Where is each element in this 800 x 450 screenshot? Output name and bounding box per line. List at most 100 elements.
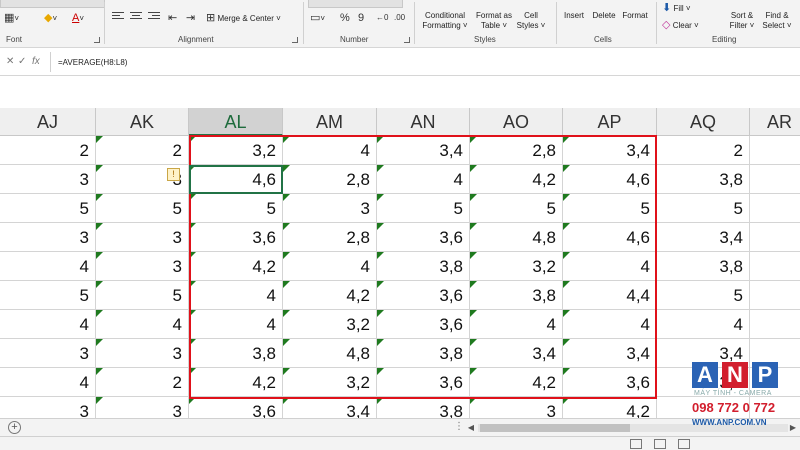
cell-ak-r6[interactable]: 5	[96, 281, 189, 310]
font-size-box[interactable]	[0, 0, 105, 8]
decrease-indent-icon[interactable]: ⇤	[168, 12, 177, 24]
cell-ap-r10[interactable]: 4,2	[563, 397, 657, 418]
fill-button[interactable]: ⬇ Fill ˅	[662, 2, 691, 14]
scroll-thumb[interactable]	[480, 424, 630, 432]
cell-ao-r3[interactable]: 5	[470, 194, 563, 223]
column-header-ar[interactable]: AR	[750, 108, 800, 136]
increase-indent-icon[interactable]: ⇥	[186, 12, 195, 24]
cell-an-r9[interactable]: 3,6	[377, 368, 470, 397]
cell-ak-r3[interactable]: 5	[96, 194, 189, 223]
cell-ak-r8[interactable]: 3	[96, 339, 189, 368]
cell-ap-r5[interactable]: 4	[563, 252, 657, 281]
cell-ao-r5[interactable]: 3,2	[470, 252, 563, 281]
alignment-dialog-launcher[interactable]	[292, 37, 298, 43]
sort-filter-button[interactable]: Sort & Filter ˅	[726, 0, 758, 31]
cell-ak-r9[interactable]: 2	[96, 368, 189, 397]
column-header-an[interactable]: AN	[377, 108, 470, 136]
cell-ar-r7[interactable]	[750, 310, 800, 339]
cell-al-r6[interactable]: 4	[189, 281, 283, 310]
align-left-icon[interactable]	[112, 12, 124, 22]
cell-aq-r1[interactable]: 2	[657, 136, 750, 165]
cell-aq-r7[interactable]: 4	[657, 310, 750, 339]
column-header-aq[interactable]: AQ	[657, 108, 750, 136]
enter-icon[interactable]: ✓	[18, 56, 26, 67]
merge-center-button[interactable]: ⊞ Merge & Center ˅	[206, 12, 281, 24]
cell-ak-r1[interactable]: 2	[96, 136, 189, 165]
fill-color-icon[interactable]: ◆˅	[44, 12, 57, 24]
percent-button[interactable]: %	[340, 12, 350, 24]
cell-ar-r2[interactable]	[750, 165, 800, 194]
scroll-left-icon[interactable]: ◀	[466, 422, 476, 434]
cell-ak-r7[interactable]: 4	[96, 310, 189, 339]
cell-aq-r3[interactable]: 5	[657, 194, 750, 223]
cell-al-r8[interactable]: 3,8	[189, 339, 283, 368]
cell-an-r8[interactable]: 3,8	[377, 339, 470, 368]
cell-ar-r3[interactable]	[750, 194, 800, 223]
cell-aj-r10[interactable]: 3	[0, 397, 96, 418]
cell-an-r1[interactable]: 3,4	[377, 136, 470, 165]
cell-am-r2[interactable]: 2,8	[283, 165, 377, 194]
cancel-icon[interactable]: ✕	[6, 56, 14, 67]
cell-al-r3[interactable]: 5	[189, 194, 283, 223]
number-dialog-launcher[interactable]	[404, 37, 410, 43]
cell-ao-r7[interactable]: 4	[470, 310, 563, 339]
currency-icon[interactable]: ▭˅	[310, 12, 325, 24]
cell-ap-r4[interactable]: 4,6	[563, 223, 657, 252]
cell-aj-r8[interactable]: 3	[0, 339, 96, 368]
find-select-button[interactable]: Find & Select ˅	[760, 0, 794, 31]
column-header-ap[interactable]: AP	[563, 108, 657, 136]
cell-an-r3[interactable]: 5	[377, 194, 470, 223]
cell-al-r7[interactable]: 4	[189, 310, 283, 339]
insert-function-icon[interactable]: fx	[32, 56, 40, 67]
clear-button[interactable]: ◇ Clear ˅	[662, 19, 699, 31]
cell-ar-r5[interactable]	[750, 252, 800, 281]
align-right-icon[interactable]	[148, 12, 160, 22]
decrease-decimal-icon[interactable]: .00	[394, 12, 405, 24]
cell-al-r5[interactable]: 4,2	[189, 252, 283, 281]
cell-styles-button[interactable]: Cell Styles ˅	[516, 0, 546, 31]
font-color-icon[interactable]: A˅	[72, 12, 84, 24]
cell-al-r9[interactable]: 4,2	[189, 368, 283, 397]
conditional-formatting-button[interactable]: Conditional Formatting ˅	[420, 0, 470, 31]
cell-ao-r9[interactable]: 4,2	[470, 368, 563, 397]
cell-an-r5[interactable]: 3,8	[377, 252, 470, 281]
cell-am-r4[interactable]: 2,8	[283, 223, 377, 252]
cell-aj-r3[interactable]: 5	[0, 194, 96, 223]
worksheet-grid[interactable]: AJAKALAMANAOAPAQAR223,243,42,83,42334,62…	[0, 108, 800, 418]
cell-al-r1[interactable]: 3,2	[189, 136, 283, 165]
normal-view-icon[interactable]	[630, 439, 642, 449]
format-as-table-button[interactable]: Format as Table ˅	[472, 0, 516, 31]
cell-ao-r4[interactable]: 4,8	[470, 223, 563, 252]
cell-am-r6[interactable]: 4,2	[283, 281, 377, 310]
cell-ap-r7[interactable]: 4	[563, 310, 657, 339]
cell-al-r4[interactable]: 3,6	[189, 223, 283, 252]
cell-ap-r8[interactable]: 3,4	[563, 339, 657, 368]
comma-style-button[interactable]: 9	[358, 12, 364, 24]
page-layout-view-icon[interactable]	[654, 439, 666, 449]
cell-al-r2[interactable]: 4,6	[189, 165, 283, 194]
column-header-am[interactable]: AM	[283, 108, 377, 136]
cell-aq-r5[interactable]: 3,8	[657, 252, 750, 281]
column-header-al[interactable]: AL	[189, 108, 283, 136]
cell-ak-r4[interactable]: 3	[96, 223, 189, 252]
cell-aq-r6[interactable]: 5	[657, 281, 750, 310]
cell-ar-r4[interactable]	[750, 223, 800, 252]
cell-am-r9[interactable]: 3,2	[283, 368, 377, 397]
cell-am-r1[interactable]: 4	[283, 136, 377, 165]
cell-an-r4[interactable]: 3,6	[377, 223, 470, 252]
cell-an-r7[interactable]: 3,6	[377, 310, 470, 339]
cell-am-r8[interactable]: 4,8	[283, 339, 377, 368]
cell-ar-r6[interactable]	[750, 281, 800, 310]
formula-input[interactable]: =AVERAGE(H8:L8)	[58, 58, 127, 67]
cell-ar-r1[interactable]	[750, 136, 800, 165]
cell-ak-r10[interactable]: 3	[96, 397, 189, 418]
delete-button[interactable]: Delete	[590, 11, 618, 21]
cell-am-r5[interactable]: 4	[283, 252, 377, 281]
cell-aj-r6[interactable]: 5	[0, 281, 96, 310]
column-header-ao[interactable]: AO	[470, 108, 563, 136]
cell-aq-r2[interactable]: 3,8	[657, 165, 750, 194]
cell-aj-r4[interactable]: 3	[0, 223, 96, 252]
cell-aj-r2[interactable]: 3	[0, 165, 96, 194]
insert-button[interactable]: Insert	[560, 11, 588, 21]
number-format-box[interactable]	[308, 0, 403, 8]
